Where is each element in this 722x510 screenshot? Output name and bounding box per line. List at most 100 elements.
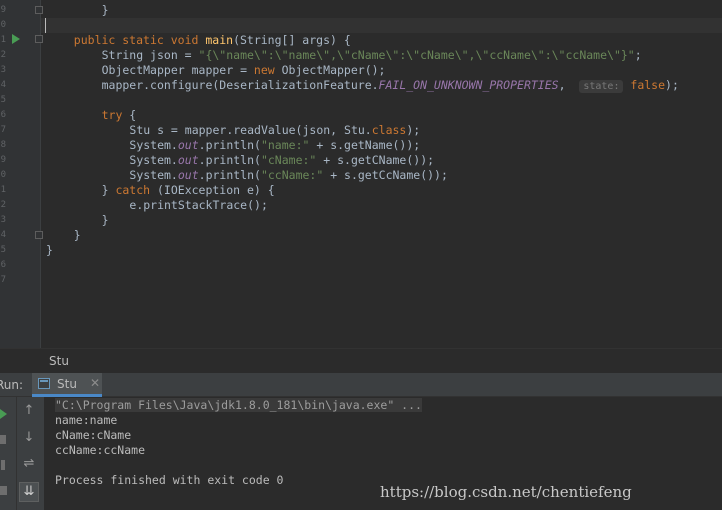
- code-token: mapper.configure(DeserializationFeature.: [101, 78, 379, 92]
- code-token: ,: [558, 78, 580, 92]
- run-tab-label: Stu: [57, 377, 77, 391]
- line-number: 2: [0, 50, 6, 60]
- code-token: + s.getCName());: [316, 153, 435, 167]
- console-output-line: cName:cName: [55, 428, 132, 442]
- console-output-line: name:name: [55, 413, 118, 427]
- code-token: }: [101, 3, 109, 17]
- code-token: out: [177, 153, 199, 167]
- fold-marker-icon[interactable]: [35, 6, 43, 14]
- code-token: catch: [115, 183, 157, 197]
- run-toolbar-divider: [16, 397, 17, 510]
- code-token: main: [205, 33, 234, 47]
- line-number: 5: [0, 245, 6, 255]
- line-number: 1: [0, 185, 6, 195]
- code-line[interactable]: }: [102, 3, 109, 18]
- code-line[interactable]: }: [74, 228, 81, 243]
- line-number: 0: [0, 20, 6, 30]
- rerun-icon[interactable]: [0, 409, 7, 419]
- code-token: .println(: [198, 168, 261, 182]
- code-line[interactable]: mapper.configure(DeserializationFeature.…: [102, 78, 679, 93]
- code-token: Stu s = mapper.readValue(json, Stu.: [129, 123, 372, 137]
- up-arrow-icon[interactable]: ↑: [21, 403, 37, 418]
- code-line[interactable]: String json = "{\"name\":\"name\",\"cNam…: [102, 48, 642, 63]
- line-number: 8: [0, 140, 6, 150]
- run-label: Run:: [0, 378, 24, 392]
- code-line[interactable]: try {: [102, 108, 137, 123]
- code-token: public static void: [73, 33, 206, 47]
- code-token: "name:": [260, 138, 310, 152]
- code-token: );: [406, 123, 421, 137]
- line-number: 3: [0, 65, 6, 75]
- dump-threads-icon[interactable]: [0, 486, 7, 495]
- line-number: 9: [0, 155, 6, 165]
- code-line[interactable]: Stu s = mapper.readValue(json, Stu.class…: [129, 123, 420, 138]
- stop-icon[interactable]: [0, 435, 6, 444]
- code-token: + s.getName());: [309, 138, 421, 152]
- code-token: {: [129, 108, 137, 122]
- run-tool-window-header: Run: Stu ✕: [0, 372, 722, 397]
- line-number: 3: [0, 215, 6, 225]
- scroll-to-end-icon: ⇊: [23, 484, 35, 499]
- code-token: FAIL_ON_UNKNOWN_PROPERTIES: [378, 78, 559, 92]
- code-token: String json =: [101, 48, 199, 62]
- gutter-divider: [40, 0, 41, 348]
- fold-marker-icon[interactable]: [35, 35, 43, 43]
- breadcrumb[interactable]: Stu: [0, 348, 722, 373]
- code-token: try: [101, 108, 130, 122]
- fold-marker-icon[interactable]: [35, 231, 43, 239]
- breadcrumb-class[interactable]: Stu: [49, 354, 69, 368]
- console-exit-message: Process finished with exit code 0: [55, 473, 284, 487]
- code-token: }: [46, 243, 53, 257]
- line-number: 7: [0, 275, 6, 285]
- run-config-tab[interactable]: Stu ✕: [32, 373, 102, 397]
- close-icon[interactable]: ✕: [90, 376, 100, 390]
- code-line[interactable]: } catch (IOException e) {: [102, 183, 275, 198]
- code-token: System.: [129, 138, 178, 152]
- code-token: new: [253, 63, 282, 77]
- code-token: (IOException e) {: [157, 183, 275, 197]
- code-line[interactable]: }: [46, 243, 53, 258]
- down-arrow-icon[interactable]: ↓: [21, 430, 37, 445]
- code-token: .println(: [198, 153, 261, 167]
- code-token: ObjectMapper mapper =: [101, 63, 254, 77]
- code-token: ;: [634, 48, 642, 62]
- run-main-icon[interactable]: [12, 34, 20, 44]
- code-line[interactable]: public static void main(String[] args) {: [74, 33, 351, 48]
- scroll-to-end-button[interactable]: ⇊: [19, 482, 39, 502]
- parameter-hint: state:: [579, 80, 624, 93]
- line-number: 7: [0, 125, 6, 135]
- current-line-highlight: [41, 18, 722, 33]
- soft-wrap-icon[interactable]: ⇌: [21, 456, 37, 471]
- code-token: );: [665, 78, 679, 92]
- line-number: 6: [0, 110, 6, 120]
- code-line[interactable]: e.printStackTrace();: [129, 198, 267, 213]
- code-token: System.: [129, 153, 178, 167]
- code-line[interactable]: }: [102, 213, 109, 228]
- console-command-line: "C:\Program Files\Java\jdk1.8.0_181\bin\…: [55, 398, 422, 412]
- code-line[interactable]: System.out.println("name:" + s.getName()…: [129, 138, 420, 153]
- code-token: false: [630, 78, 666, 92]
- code-token: ObjectMapper();: [281, 63, 386, 77]
- code-token: (String[] args) {: [233, 33, 351, 47]
- application-icon: [38, 378, 50, 389]
- code-token: System.: [129, 168, 178, 182]
- line-number: 4: [0, 230, 6, 240]
- line-number: 1: [0, 35, 6, 45]
- code-token: }: [101, 183, 116, 197]
- code-line[interactable]: System.out.println("cName:" + s.getCName…: [129, 153, 434, 168]
- code-line[interactable]: System.out.println("ccName:" + s.getCcNa…: [129, 168, 448, 183]
- code-token: "ccName:": [260, 168, 324, 182]
- code-token: e.printStackTrace();: [129, 198, 268, 212]
- code-token: }: [73, 228, 81, 242]
- code-editor[interactable]: 9 0 1 2 3 4 5 6 7 8 9 0 1 2 3 4 5 6 7 } public static void …: [0, 0, 722, 348]
- code-line[interactable]: ObjectMapper mapper = new ObjectMapper()…: [102, 63, 386, 78]
- code-token: "{\"name\":\"name\",\"cName\":\"cName\",…: [198, 48, 635, 62]
- code-token: + s.getCcName());: [323, 168, 448, 182]
- line-number: 6: [0, 260, 6, 270]
- code-token: out: [177, 168, 199, 182]
- pause-icon[interactable]: [1, 460, 5, 470]
- code-token: out: [177, 138, 199, 152]
- line-number: 5: [0, 95, 6, 105]
- console-output-line: ccName:ccName: [55, 443, 146, 457]
- line-number: 2: [0, 200, 6, 210]
